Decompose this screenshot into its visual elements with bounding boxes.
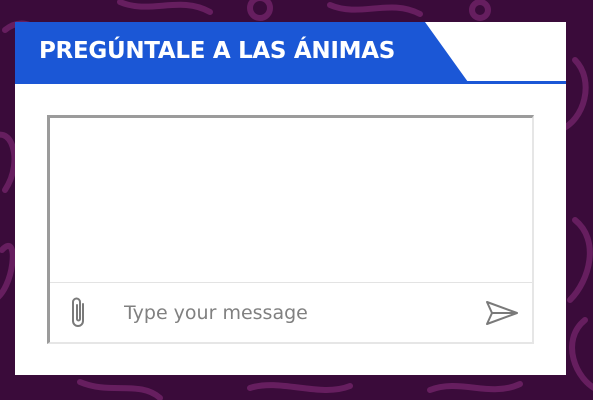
- message-input[interactable]: [124, 297, 464, 329]
- chat-box: [47, 115, 534, 344]
- chat-card: PREGÚNTALE A LAS ÁNIMAS: [15, 22, 566, 375]
- message-input-row: [50, 282, 532, 343]
- send-button[interactable]: [484, 297, 520, 329]
- title-bar: PREGÚNTALE A LAS ÁNIMAS: [15, 22, 566, 84]
- title-underline: [15, 81, 566, 84]
- paperclip-icon: [72, 297, 84, 327]
- send-icon: [486, 301, 518, 325]
- page-title: PREGÚNTALE A LAS ÁNIMAS: [39, 38, 395, 64]
- attach-button[interactable]: [66, 295, 92, 331]
- message-area: [50, 118, 532, 282]
